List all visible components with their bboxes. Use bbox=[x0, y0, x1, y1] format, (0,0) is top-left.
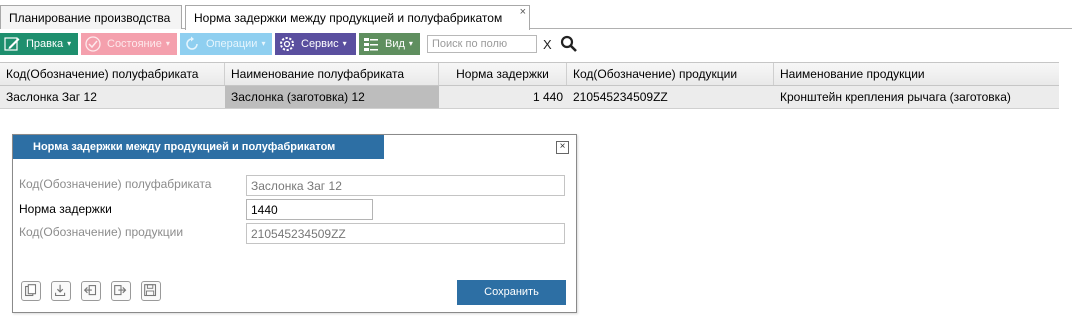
column-header-product-name[interactable]: Наименование продукции bbox=[774, 63, 1059, 85]
cell-product-code: 210545234509ZZ bbox=[573, 90, 668, 104]
download-icon[interactable] bbox=[51, 281, 71, 301]
edit-dialog: Норма задержки между продукцией и полуфа… bbox=[12, 134, 577, 313]
table-row[interactable]: Заслонка Заг 12 Заслонка (заготовка) 12 … bbox=[0, 86, 1059, 109]
pencil-icon bbox=[4, 37, 20, 51]
edit-menu-button[interactable]: Правка ▾ bbox=[0, 33, 78, 55]
operations-menu-button[interactable]: Операции ▾ bbox=[180, 33, 272, 55]
operations-menu-label: Операции bbox=[206, 38, 258, 50]
cell-delay: 1 440 bbox=[532, 90, 563, 104]
search-icon[interactable] bbox=[560, 35, 578, 53]
toolbar: Правка▾ Состояние▾ Операции▾ Сервис▾ bbox=[0, 31, 1072, 58]
edit-menu-label: Правка bbox=[26, 38, 64, 50]
close-icon[interactable]: × bbox=[520, 7, 526, 18]
product-code-label: Код(Обозначение) продукции bbox=[19, 225, 184, 239]
chevron-down-icon: ▾ bbox=[342, 39, 347, 49]
data-grid: Код(Обозначение) полуфабриката Наименова… bbox=[0, 62, 1059, 109]
dialog-title: Норма задержки между продукцией и полуфа… bbox=[13, 135, 384, 159]
dialog-close-button[interactable]: × bbox=[556, 141, 569, 154]
cell-semi-code: Заслонка Заг 12 bbox=[6, 90, 97, 104]
check-circle-icon bbox=[85, 36, 101, 52]
save-button[interactable]: Сохранить bbox=[457, 280, 566, 305]
state-menu-button[interactable]: Состояние ▾ bbox=[81, 33, 177, 55]
copy-icon[interactable] bbox=[21, 281, 41, 301]
column-header-product-code[interactable]: Код(Обозначение) продукции bbox=[567, 63, 774, 85]
tab-label: Норма задержки между продукцией и полуфа… bbox=[194, 11, 503, 25]
view-menu-label: Вид bbox=[385, 38, 405, 50]
grid-header: Код(Обозначение) полуфабриката Наименова… bbox=[0, 62, 1059, 86]
tab-production-planning[interactable]: Планирование производства bbox=[0, 5, 182, 29]
service-menu-label: Сервис bbox=[301, 38, 339, 50]
gear-icon bbox=[280, 37, 294, 51]
cell-semi-name: Заслонка (заготовка) 12 bbox=[225, 86, 439, 108]
semi-code-label: Код(Обозначение) полуфабриката bbox=[19, 177, 212, 191]
floppy-icon[interactable] bbox=[141, 281, 161, 301]
product-code-field[interactable]: 210545234509ZZ bbox=[246, 223, 565, 244]
tab-delay-norm[interactable]: Норма задержки между продукцией и полуфа… bbox=[185, 5, 530, 30]
clear-search-button[interactable]: X bbox=[543, 37, 552, 52]
delay-norm-field[interactable]: 1440 bbox=[246, 199, 373, 220]
list-view-icon bbox=[364, 38, 378, 51]
cell-product-name: Кронштейн крепления рычага (заготовка) bbox=[780, 90, 1011, 104]
delay-norm-label: Норма задержки bbox=[19, 202, 112, 216]
chevron-down-icon: ▾ bbox=[67, 39, 72, 49]
chevron-down-icon: ▾ bbox=[165, 39, 170, 49]
export-icon[interactable] bbox=[111, 281, 131, 301]
search-input[interactable]: Поиск по полю bbox=[427, 35, 537, 53]
tab-label: Планирование производства bbox=[9, 11, 171, 25]
semi-code-field[interactable]: Заслонка Заг 12 bbox=[246, 175, 565, 196]
import-icon[interactable] bbox=[81, 281, 101, 301]
service-menu-button[interactable]: Сервис ▾ bbox=[275, 33, 356, 55]
column-header-delay[interactable]: Норма задержки bbox=[439, 63, 567, 85]
state-menu-label: Состояние bbox=[107, 38, 162, 50]
chevron-down-icon: ▾ bbox=[261, 39, 266, 49]
view-menu-button[interactable]: Вид ▾ bbox=[359, 33, 420, 55]
chevron-down-icon: ▾ bbox=[408, 39, 413, 49]
column-header-semi-name[interactable]: Наименование полуфабриката bbox=[225, 63, 439, 85]
column-header-semi-code[interactable]: Код(Обозначение) полуфабриката bbox=[0, 63, 225, 85]
refresh-icon bbox=[186, 36, 198, 50]
tab-bar: Планирование производства Норма задержки… bbox=[0, 0, 1072, 30]
